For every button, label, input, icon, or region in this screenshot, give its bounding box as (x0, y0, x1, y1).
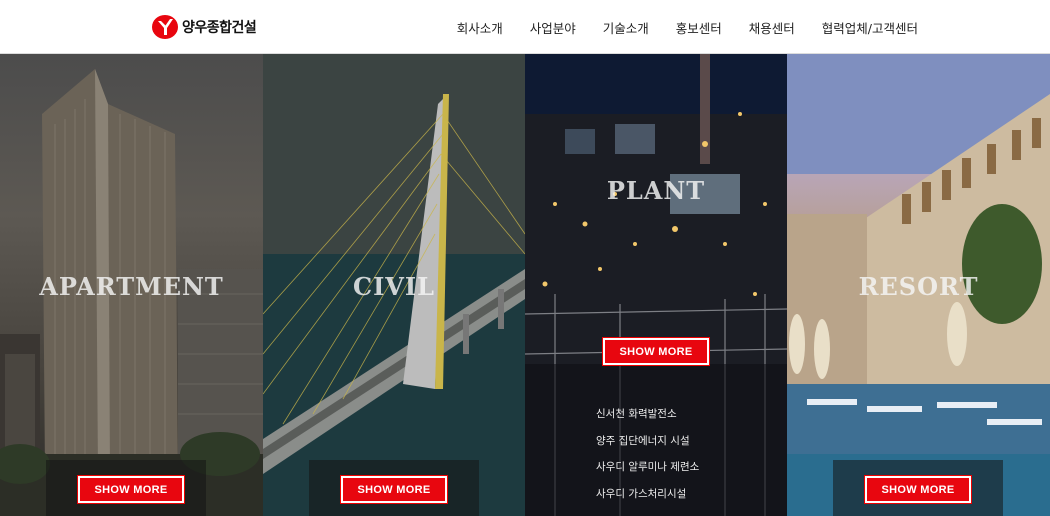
nav-item-partners[interactable]: 협력업체/고객센터 (822, 18, 918, 37)
panel-resort-title: RESORT (858, 272, 979, 301)
plant-project-item[interactable]: 사우디 알루미나 제련소 (596, 459, 699, 486)
logo-icon (152, 15, 178, 39)
panel-plant[interactable]: PLANT SHOW MORE 신서천 화력발전소 양주 집단에너지 시설 사우… (525, 54, 787, 516)
site-header: 양우종합건설 회사소개 사업분야 기술소개 홍보센터 채용센터 협력업체/고객센… (0, 0, 1050, 54)
plant-project-item[interactable]: 양주 집단에너지 시설 (596, 433, 699, 460)
apartment-show-more-button[interactable]: SHOW MORE (77, 475, 185, 504)
panel-plant-title: PLANT (606, 176, 706, 205)
plant-project-item[interactable]: 사우디 가스처리시설 (596, 486, 699, 513)
logo[interactable]: 양우종합건설 (151, 14, 257, 40)
panel-resort[interactable]: RESORT SHOW MORE (787, 54, 1050, 516)
nav-item-company[interactable]: 회사소개 (457, 18, 503, 37)
plant-project-list: 신서천 화력발전소 양주 집단에너지 시설 사우디 알루미나 제련소 사우디 가… (596, 406, 699, 512)
plant-show-more-button[interactable]: SHOW MORE (602, 337, 710, 366)
civil-show-more-button[interactable]: SHOW MORE (340, 475, 448, 504)
nav-item-technology[interactable]: 기술소개 (603, 18, 649, 37)
plant-project-item[interactable]: 신서천 화력발전소 (596, 406, 699, 433)
nav-item-business[interactable]: 사업분야 (530, 18, 576, 37)
panel-civil[interactable]: CIVIL SHOW MORE (263, 54, 525, 516)
panel-apartment-title: APARTMENT (39, 272, 224, 301)
main-nav: 회사소개 사업분야 기술소개 홍보센터 채용센터 협력업체/고객센터 (430, 0, 918, 54)
nav-item-pr[interactable]: 홍보센터 (676, 18, 722, 37)
business-panels: APARTMENT SHOW MORE CIVIL SHOW MORE PLAN… (0, 54, 1050, 516)
resort-show-more-button[interactable]: SHOW MORE (864, 475, 972, 504)
panel-civil-title: CIVIL (352, 272, 436, 301)
nav-item-careers[interactable]: 채용센터 (749, 18, 795, 37)
brand-name: 양우종합건설 (182, 20, 257, 36)
panel-apartment[interactable]: APARTMENT SHOW MORE (0, 54, 263, 516)
